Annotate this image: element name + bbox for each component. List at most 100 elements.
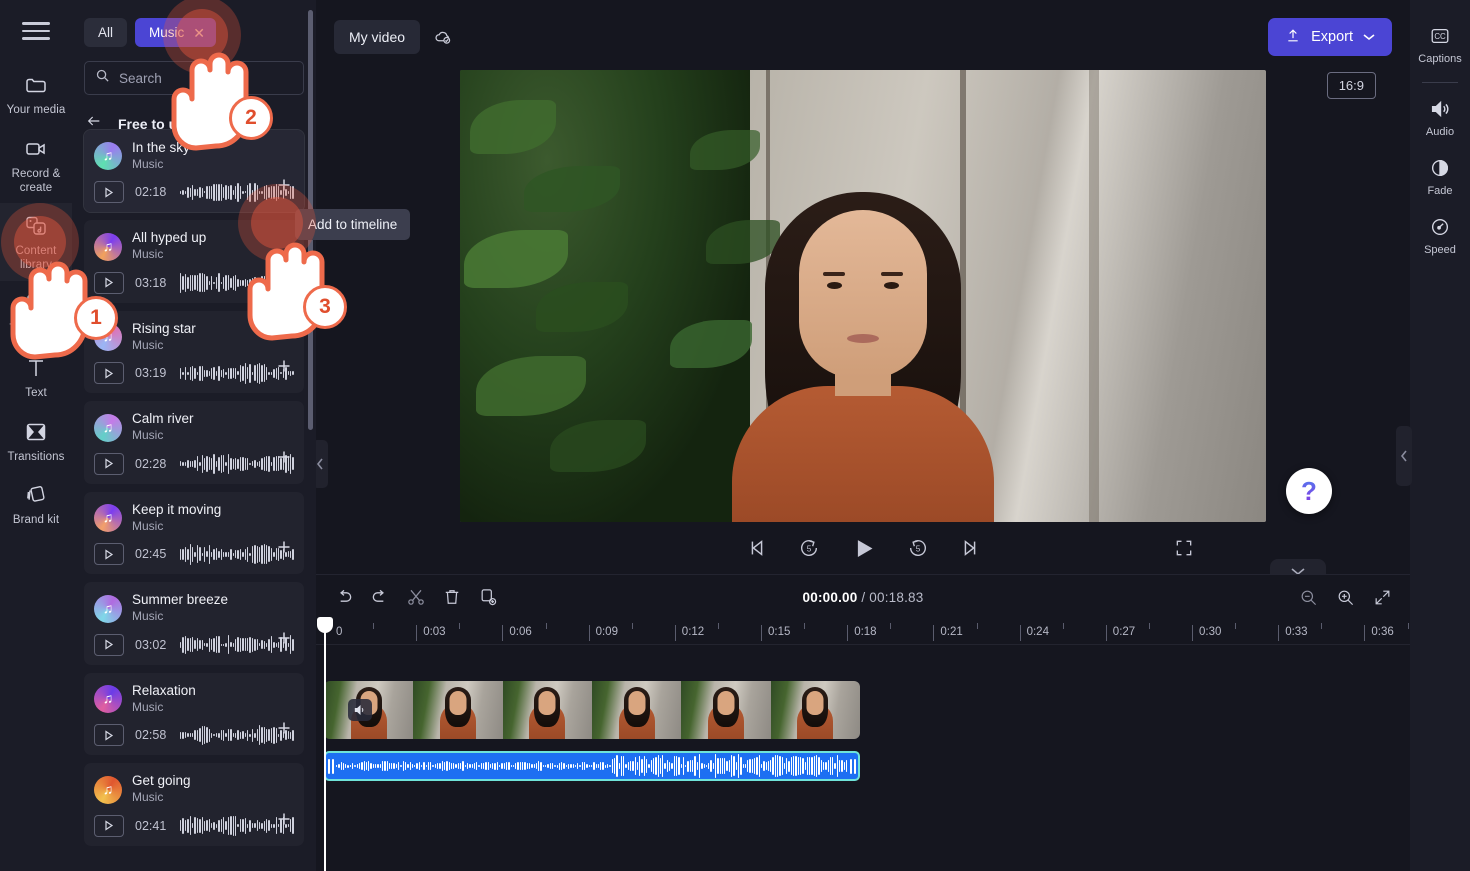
redo-button[interactable] — [370, 587, 390, 607]
play-preview-button[interactable] — [94, 362, 124, 385]
ruler-tick: 0:24 — [1019, 625, 1049, 641]
search-icon — [95, 68, 110, 88]
close-icon[interactable]: ✕ — [193, 26, 205, 40]
rail-item-speed[interactable]: Speed — [1410, 205, 1470, 264]
song-category: Music — [132, 428, 164, 443]
sidebar-item-transitions[interactable]: Transitions — [0, 409, 72, 473]
play-preview-button[interactable] — [94, 814, 124, 837]
video-frame — [460, 70, 1266, 522]
list-item[interactable]: ♫ Relaxation Music 02:58 — [84, 672, 304, 756]
rail-label: Captions — [1418, 53, 1462, 65]
list-item[interactable]: ♫ All hyped up Music 03:18 — [84, 220, 304, 303]
trim-handle-right[interactable] — [848, 755, 858, 777]
undo-button[interactable] — [334, 587, 354, 607]
music-note-icon: ♫ — [94, 594, 122, 623]
add-to-timeline-button[interactable] — [276, 630, 292, 651]
list-item[interactable]: ♫ Keep it moving Music 02:45 — [84, 491, 304, 575]
sidebar-label: Record & create — [11, 167, 61, 194]
content-library-panel: All Music ✕ Free to use 181 items — [72, 0, 316, 871]
zoom-in-icon[interactable] — [1336, 588, 1355, 607]
song-duration: 03:19 — [135, 366, 167, 381]
fullscreen-button[interactable] — [1174, 538, 1194, 558]
help-glyph: ? — [1301, 475, 1317, 506]
fit-to-screen-icon[interactable] — [1373, 588, 1392, 607]
play-preview-button[interactable] — [94, 271, 124, 294]
song-category: Music — [132, 337, 164, 352]
split-button[interactable] — [406, 587, 426, 607]
add-to-timeline-button[interactable] — [276, 720, 292, 741]
timeline: 00:00.00 / 00:18.83 0 0:03 0:06 0:09 0:1… — [316, 574, 1410, 871]
rewind-5-button[interactable]: 5 — [798, 537, 820, 559]
song-category: Music — [132, 699, 164, 714]
cloud-saved-icon — [432, 27, 454, 47]
sidebar-item-text[interactable]: Text — [0, 345, 72, 409]
chip-music[interactable]: Music ✕ — [135, 18, 217, 47]
total-time: 00:18.83 — [869, 589, 924, 605]
play-preview-button[interactable] — [94, 181, 124, 204]
song-title: Rising star — [132, 320, 196, 336]
chip-all[interactable]: All — [84, 18, 128, 47]
rail-item-audio[interactable]: Audio — [1410, 87, 1470, 146]
sidebar-item-record-create[interactable]: Record & create — [0, 126, 72, 204]
upload-icon — [1285, 27, 1301, 48]
ruler-minor-tick — [545, 623, 547, 629]
trim-handle-left[interactable] — [326, 755, 336, 777]
list-item[interactable]: ♫ Summer breeze Music 03:02 — [84, 582, 304, 665]
ruler-minor-tick — [1148, 623, 1150, 629]
speaker-icon[interactable] — [348, 699, 372, 721]
delete-button[interactable] — [442, 587, 462, 607]
list-item[interactable]: ♫ Calm river Music 02:28 — [84, 401, 304, 484]
list-item[interactable]: ♫ Rising star Music 03:19 — [84, 310, 304, 394]
song-category: Music — [132, 247, 164, 262]
add-to-timeline-button[interactable] — [276, 177, 292, 198]
play-preview-button[interactable] — [94, 724, 124, 747]
sidebar-item-your-media[interactable]: Your media — [0, 62, 72, 126]
ruler-minor-tick — [459, 623, 461, 629]
properties-rail: CC Captions Audio Fade Speed — [1410, 0, 1470, 871]
forward-5-button[interactable]: 5 — [907, 537, 929, 559]
playhead[interactable] — [317, 617, 333, 871]
music-list[interactable]: ♫ In the sky Music 02:18 ♫ All hyped up Music 0… — [72, 128, 316, 871]
list-item[interactable]: ♫ Get going Music 02:41 — [84, 763, 304, 846]
playback-controls: 5 5 — [316, 522, 1410, 583]
ruler-tick: 0:30 — [1192, 625, 1221, 641]
add-to-timeline-button[interactable] — [276, 268, 292, 289]
play-preview-button[interactable] — [94, 633, 124, 656]
hamburger-icon — [22, 17, 50, 45]
text-icon — [24, 355, 48, 381]
add-to-timeline-button[interactable] — [276, 358, 292, 379]
export-button[interactable]: Export — [1268, 18, 1392, 56]
aspect-ratio-badge[interactable]: 16:9 — [1326, 72, 1376, 99]
sidebar-item-templates[interactable]: Templates — [0, 281, 72, 345]
ruler-tick: 0:12 — [674, 625, 704, 641]
collapse-right-panel-button[interactable] — [1396, 426, 1412, 486]
rail-item-fade[interactable]: Fade — [1410, 146, 1470, 205]
skip-to-start-button[interactable] — [746, 537, 768, 559]
play-preview-button[interactable] — [94, 543, 124, 566]
video-preview[interactable] — [460, 70, 1266, 522]
audio-clip[interactable] — [324, 751, 860, 781]
project-title[interactable]: My video — [334, 20, 421, 54]
ruler-minor-tick — [1062, 623, 1064, 629]
song-title: Summer breeze — [132, 592, 229, 608]
add-to-timeline-button[interactable] — [276, 811, 292, 832]
search-box[interactable] — [84, 61, 304, 95]
duplicate-button[interactable] — [478, 587, 498, 607]
skip-to-end-button[interactable] — [959, 537, 981, 559]
zoom-out-icon[interactable] — [1299, 588, 1318, 607]
timeline-ruler[interactable]: 0 0:03 0:06 0:09 0:12 0:15 0:18 0:21 0:24 0:27 0:3… — [316, 619, 1410, 645]
ruler-minor-tick — [976, 623, 978, 629]
add-to-timeline-button[interactable] — [276, 539, 292, 560]
video-clip[interactable] — [324, 681, 860, 739]
search-input[interactable] — [119, 70, 293, 86]
play-button[interactable] — [850, 535, 877, 562]
sidebar-item-content-library[interactable]: Content library — [0, 203, 72, 281]
add-to-timeline-button[interactable] — [276, 449, 292, 470]
hamburger-menu-button[interactable] — [0, 0, 72, 62]
help-button[interactable]: ? — [1286, 468, 1332, 514]
rail-item-captions[interactable]: CC Captions — [1410, 14, 1470, 73]
play-preview-button[interactable] — [94, 452, 124, 475]
sidebar-item-brand-kit[interactable]: Brand kit — [0, 472, 72, 536]
list-item[interactable]: ♫ In the sky Music 02:18 — [83, 128, 305, 214]
panel-scrollbar[interactable] — [308, 10, 313, 430]
